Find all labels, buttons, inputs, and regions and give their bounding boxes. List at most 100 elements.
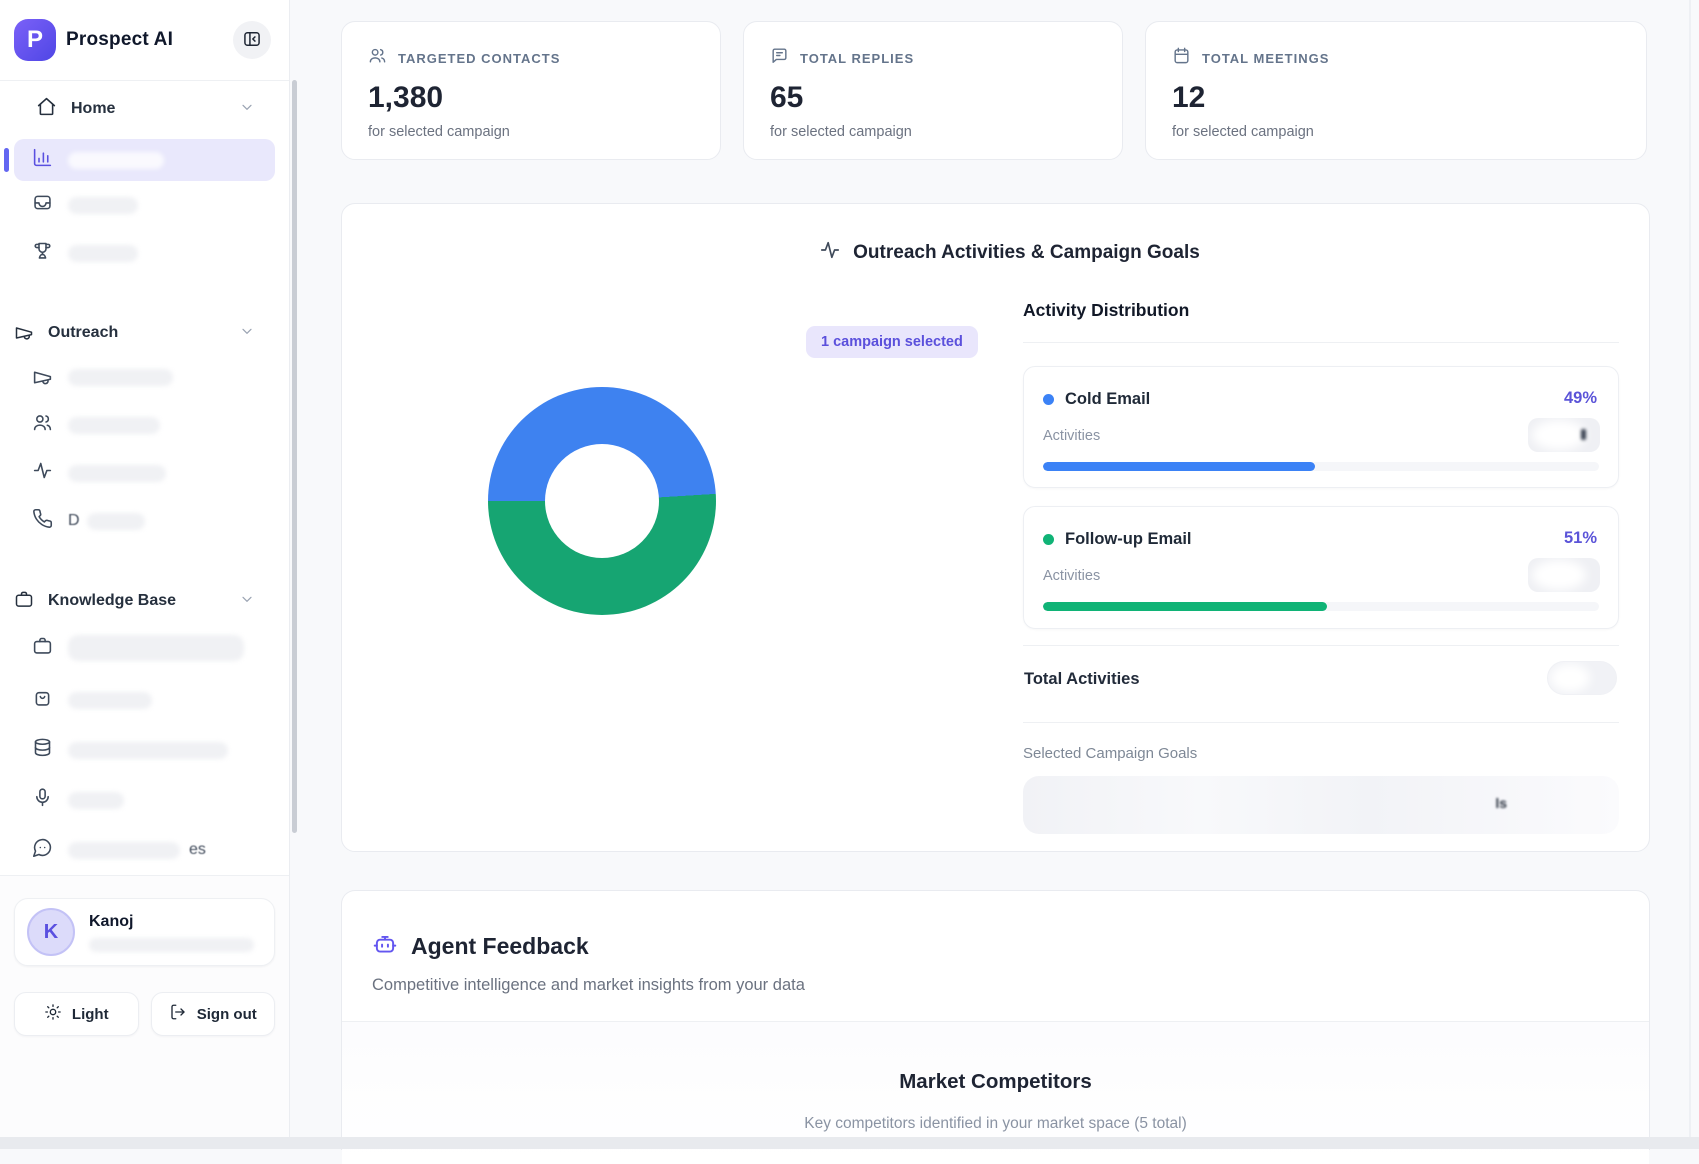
- page-right-edge: [1689, 0, 1691, 1149]
- sidebar: P Prospect AI Home Ou: [0, 0, 290, 1149]
- distribution-row-cold-email: Cold Email 49% Activities: [1023, 366, 1619, 488]
- agent-feedback-card: Agent Feedback Competitive intelligence …: [341, 890, 1650, 1150]
- stat-value: 1,380: [368, 81, 694, 115]
- agent-feedback-subtitle: Competitive intelligence and market insi…: [372, 976, 1619, 995]
- activity-icon: [819, 239, 841, 267]
- series-dot: [1043, 394, 1054, 405]
- stat-label: TOTAL REPLIES: [800, 51, 914, 66]
- stats-row: TARGETED CONTACTS 1,380 for selected cam…: [341, 21, 1647, 160]
- series-percent: 51%: [1564, 529, 1597, 548]
- sidebar-item[interactable]: es: [0, 825, 289, 875]
- activity-icon: [32, 460, 53, 486]
- stat-value: 12: [1172, 81, 1620, 115]
- shopping-bag-icon: [32, 687, 53, 713]
- users-icon: [368, 46, 387, 70]
- chevron-down-icon[interactable]: [239, 591, 255, 612]
- chevron-down-icon[interactable]: [239, 99, 255, 120]
- stat-caption: for selected campaign: [1172, 124, 1620, 140]
- series-dot: [1043, 534, 1054, 545]
- sidebar-item-analytics[interactable]: [14, 139, 275, 181]
- market-competitors-title: Market Competitors: [342, 1070, 1649, 1094]
- log-out-icon: [169, 1003, 187, 1025]
- sidebar-item[interactable]: [0, 353, 289, 401]
- microphone-icon: [32, 787, 53, 813]
- partial-label: es: [189, 841, 206, 859]
- sidebar-item[interactable]: [0, 449, 289, 497]
- section-label: Knowledge Base: [48, 592, 176, 610]
- redacted-label: [87, 513, 145, 530]
- user-name: Kanoj: [89, 913, 254, 931]
- megaphone-icon: [32, 367, 53, 388]
- stat-label: TOTAL MEETINGS: [1202, 51, 1329, 66]
- redacted-label: [68, 692, 152, 709]
- sidebar-section-outreach[interactable]: Outreach: [0, 313, 289, 353]
- panel-title: Activity Distribution: [1023, 300, 1619, 321]
- outreach-activities-card: Outreach Activities & Campaign Goals 1 c…: [341, 203, 1650, 852]
- stat-value: 65: [770, 81, 1096, 115]
- redacted-label: [68, 197, 138, 214]
- redacted-label: [68, 417, 160, 434]
- redacted-campaign-goals-bar: ls: [1023, 776, 1619, 834]
- card-title-row: Outreach Activities & Campaign Goals: [356, 239, 1663, 267]
- sidebar-item[interactable]: [0, 675, 289, 725]
- redacted-label: [68, 369, 173, 386]
- collapse-sidebar-button[interactable]: [233, 21, 271, 59]
- stat-label: TARGETED CONTACTS: [398, 51, 560, 66]
- progress-fill: [1043, 462, 1315, 471]
- sidebar-section-home[interactable]: Home: [0, 89, 289, 129]
- sign-out-button[interactable]: Sign out: [151, 992, 276, 1036]
- sign-out-label: Sign out: [197, 1006, 257, 1023]
- theme-toggle-label: Light: [72, 1006, 109, 1023]
- main-content: TARGETED CONTACTS 1,380 for selected cam…: [291, 0, 1699, 1149]
- sidebar-item[interactable]: [0, 401, 289, 449]
- agent-feedback-title: Agent Feedback: [411, 933, 589, 960]
- sidebar-item[interactable]: [0, 775, 289, 825]
- partial-goal-text: ls: [1495, 795, 1507, 811]
- progress-track: [1043, 602, 1599, 611]
- trophy-icon: [32, 240, 53, 266]
- robot-icon: [372, 931, 398, 962]
- sidebar-header: P Prospect AI: [0, 0, 289, 80]
- section-label: Home: [71, 100, 115, 118]
- redacted-total-toggle[interactable]: [1547, 661, 1617, 695]
- stat-caption: for selected campaign: [368, 124, 694, 140]
- sidebar-scrollbar-thumb[interactable]: [292, 80, 297, 833]
- redacted-user-meta: [89, 938, 254, 952]
- database-icon: [32, 737, 53, 763]
- series-name: Follow-up Email: [1065, 530, 1192, 549]
- brand: P Prospect AI: [14, 19, 173, 61]
- redacted-label: [68, 465, 166, 482]
- sidebar-item[interactable]: [0, 621, 289, 675]
- sidebar-item[interactable]: [0, 229, 289, 277]
- sun-icon: [44, 1003, 62, 1025]
- phone-icon: [32, 508, 53, 534]
- market-competitors-subtitle: Key competitors identified in your marke…: [342, 1115, 1649, 1133]
- horizontal-scrollbar[interactable]: [0, 1137, 1699, 1149]
- progress-track: [1043, 462, 1599, 471]
- total-activities-row: Total Activities: [1023, 645, 1619, 723]
- divider: [1023, 342, 1619, 343]
- brand-logo: P: [14, 19, 56, 61]
- chevron-down-icon[interactable]: [239, 323, 255, 344]
- bar-chart-icon: [32, 147, 53, 173]
- theme-toggle-button[interactable]: Light: [14, 992, 139, 1036]
- activity-donut-chart: [488, 387, 716, 615]
- brand-name: Prospect AI: [66, 29, 173, 51]
- series-percent: 49%: [1564, 389, 1597, 408]
- message-square-icon: [770, 46, 789, 70]
- calendar-icon: [1172, 46, 1191, 70]
- campaign-selected-badge[interactable]: 1 campaign selected: [806, 326, 978, 358]
- sidebar-item[interactable]: [0, 725, 289, 775]
- series-sublabel: Activities: [1043, 428, 1100, 444]
- series-name: Cold Email: [1065, 390, 1150, 409]
- redacted-count-badge: [1528, 418, 1600, 452]
- user-card[interactable]: K Kanoj: [14, 898, 275, 966]
- megaphone-icon: [14, 323, 34, 343]
- redacted-label: [68, 635, 244, 661]
- sidebar-item[interactable]: D: [0, 497, 289, 545]
- sidebar-section-knowledge-base[interactable]: Knowledge Base: [0, 581, 289, 621]
- chat-bubble-icon: [32, 837, 53, 863]
- inbox-icon: [32, 192, 53, 218]
- progress-fill: [1043, 602, 1327, 611]
- sidebar-item[interactable]: [0, 181, 289, 229]
